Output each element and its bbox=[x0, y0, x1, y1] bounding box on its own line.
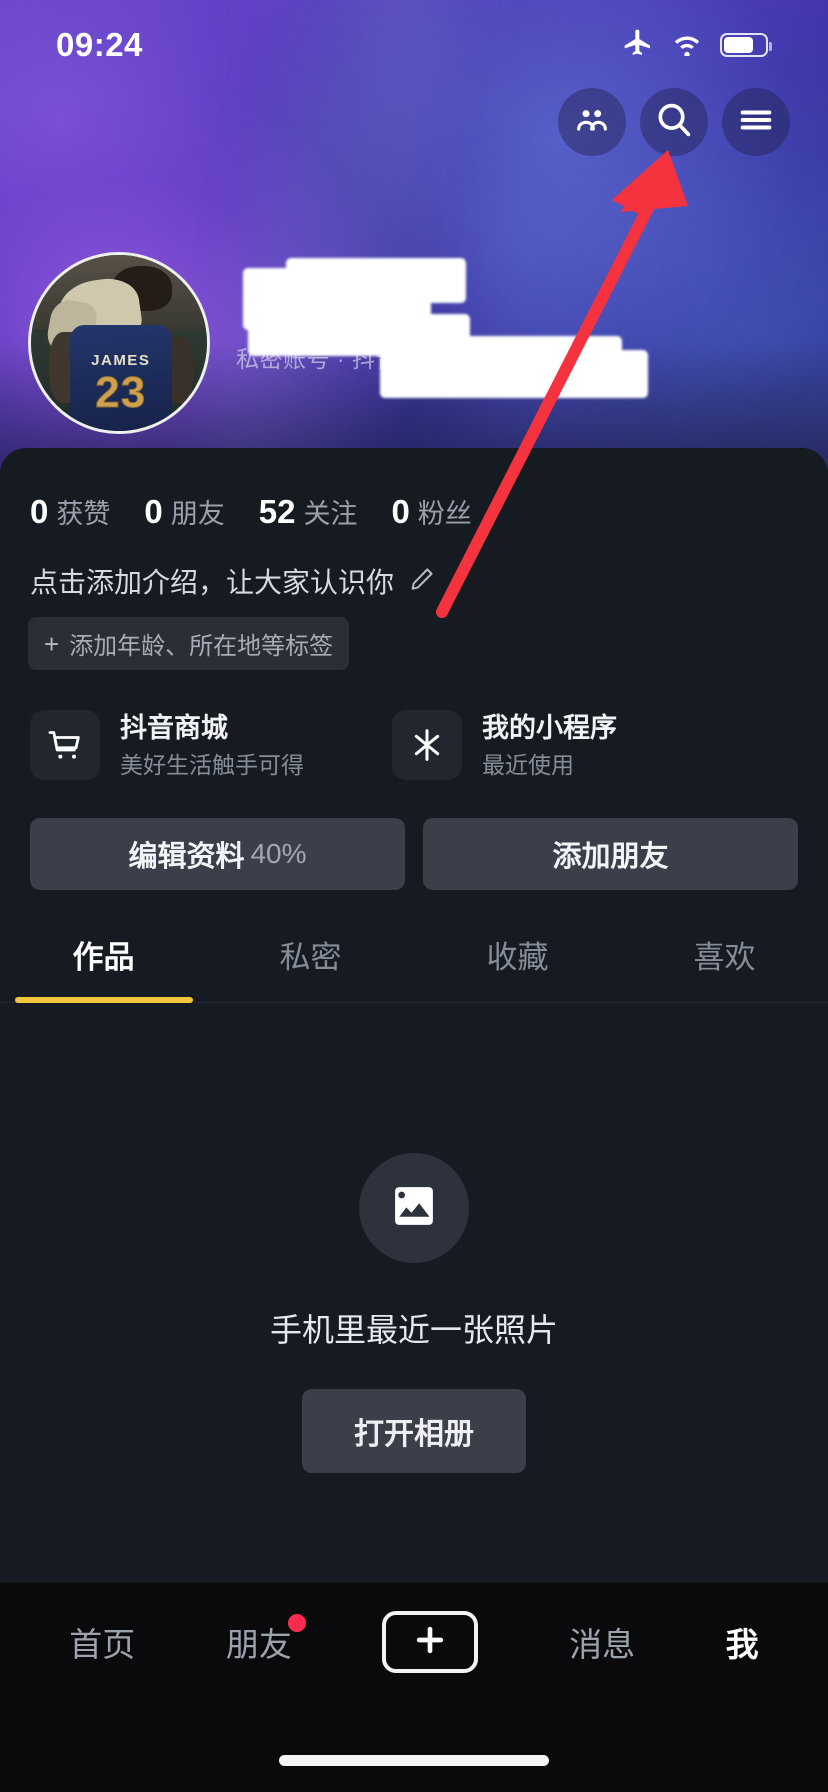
shopping-cart-icon bbox=[30, 710, 100, 780]
avatar-jersey-name: JAMES bbox=[91, 351, 151, 369]
nav-label: 消息 bbox=[569, 1626, 636, 1663]
entry-subtitle: 最近使用 bbox=[482, 751, 574, 778]
avatar-image: JAMES 23 bbox=[31, 255, 207, 431]
create-post-button[interactable] bbox=[382, 1611, 479, 1673]
profile-action-buttons: 编辑资料 40% 添加朋友 bbox=[0, 780, 828, 890]
tab-private[interactable]: 私密 bbox=[207, 932, 414, 1003]
friends-button[interactable] bbox=[558, 88, 626, 156]
add-tags-label: 添加年龄、所在地等标签 bbox=[69, 633, 334, 660]
menu-button[interactable] bbox=[722, 88, 790, 156]
stat-label: 朋友 bbox=[170, 499, 225, 529]
profile-entry-cards: 抖音商城 美好生活触手可得 我的小程序 最近使用 bbox=[0, 670, 828, 780]
search-icon bbox=[653, 99, 695, 146]
friends-icon bbox=[572, 100, 612, 145]
status-bar-icons bbox=[622, 27, 772, 64]
plus-icon: + bbox=[44, 628, 60, 659]
edit-profile-button[interactable]: 编辑资料 40% bbox=[30, 818, 405, 890]
tab-label: 作品 bbox=[72, 940, 135, 975]
empty-state: 手机里最近一张照片 打开相册 bbox=[0, 1003, 828, 1473]
entry-title: 我的小程序 bbox=[482, 712, 617, 743]
bio-row[interactable]: 点击添加介绍，让大家认识你 bbox=[0, 531, 828, 601]
open-album-button[interactable]: 打开相册 bbox=[302, 1389, 526, 1473]
stat-value: 52 bbox=[258, 493, 296, 530]
tabs-divider bbox=[0, 1002, 828, 1003]
app-root: 09:24 JAMES 23 私密账号 · 抖音号 0 获赞 0 朋友 52 关… bbox=[0, 0, 828, 1792]
edit-profile-percent: 40% bbox=[250, 838, 307, 869]
entry-text-block: 我的小程序 最近使用 bbox=[482, 711, 617, 780]
nav-item-messages[interactable]: 消息 bbox=[569, 1618, 635, 1666]
nav-item-home[interactable]: 首页 bbox=[69, 1618, 135, 1666]
stat-friends[interactable]: 0 朋友 bbox=[144, 492, 224, 531]
add-tags-chip[interactable]: + 添加年龄、所在地等标签 bbox=[28, 617, 350, 670]
bottom-nav-items: 首页 朋友 消息 我 bbox=[0, 1583, 828, 1673]
battery-level-fill bbox=[724, 37, 753, 53]
redaction-mark bbox=[286, 258, 466, 303]
status-bar-clock: 09:24 bbox=[56, 26, 143, 63]
stat-value: 0 bbox=[144, 493, 163, 530]
entry-subtitle: 美好生活触手可得 bbox=[120, 751, 304, 778]
profile-stats-row: 0 获赞 0 朋友 52 关注 0 粉丝 bbox=[0, 448, 828, 531]
recent-photo-button[interactable] bbox=[359, 1153, 469, 1263]
hamburger-menu-icon bbox=[736, 100, 776, 145]
battery-icon bbox=[720, 33, 772, 57]
tab-label: 喜欢 bbox=[693, 940, 756, 975]
nav-label: 我 bbox=[725, 1626, 759, 1663]
avatar[interactable]: JAMES 23 bbox=[28, 252, 210, 434]
avatar-jersey-number: 23 bbox=[95, 367, 147, 417]
nav-label: 朋友 bbox=[225, 1626, 292, 1663]
entry-douyin-mall[interactable]: 抖音商城 美好生活触手可得 bbox=[30, 710, 370, 780]
entry-text-block: 抖音商城 美好生活触手可得 bbox=[120, 711, 304, 780]
mini-program-icon bbox=[392, 710, 462, 780]
header-action-buttons bbox=[558, 88, 790, 156]
nav-item-profile[interactable]: 我 bbox=[726, 1618, 759, 1666]
stat-label: 粉丝 bbox=[417, 499, 472, 529]
profile-content-sheet: 0 获赞 0 朋友 52 关注 0 粉丝 点击添加介绍，让大家认识你 + 添加年… bbox=[0, 448, 828, 1582]
entry-title: 抖音商城 bbox=[120, 712, 228, 743]
plus-create-icon bbox=[410, 1620, 450, 1665]
airplane-mode-icon bbox=[622, 27, 654, 64]
tab-liked[interactable]: 喜欢 bbox=[621, 932, 828, 1003]
tab-works[interactable]: 作品 bbox=[0, 932, 207, 1003]
bottom-navigation-bar: 首页 朋友 消息 我 bbox=[0, 1582, 828, 1792]
tab-favorites[interactable]: 收藏 bbox=[414, 932, 621, 1003]
profile-tag-row: + 添加年龄、所在地等标签 bbox=[0, 601, 828, 670]
notification-badge-dot bbox=[287, 1614, 306, 1632]
tab-label: 私密 bbox=[279, 940, 342, 975]
pencil-edit-icon[interactable] bbox=[408, 565, 436, 598]
entry-mini-programs[interactable]: 我的小程序 最近使用 bbox=[392, 710, 732, 780]
stat-followers[interactable]: 0 粉丝 bbox=[391, 492, 471, 531]
cover-light-glow bbox=[470, 200, 828, 470]
stat-value: 0 bbox=[30, 493, 49, 530]
status-bar: 09:24 bbox=[0, 0, 828, 90]
edit-profile-label: 编辑资料 bbox=[128, 841, 245, 873]
stat-likes[interactable]: 0 获赞 bbox=[30, 492, 110, 531]
add-friend-button[interactable]: 添加朋友 bbox=[423, 818, 798, 890]
bio-placeholder-text: 点击添加介绍，让大家认识你 bbox=[30, 567, 395, 598]
tab-label: 收藏 bbox=[486, 940, 549, 975]
stat-value: 0 bbox=[391, 493, 410, 530]
content-tabs: 作品 私密 收藏 喜欢 bbox=[0, 890, 828, 1003]
wifi-icon bbox=[670, 30, 704, 61]
nav-label: 首页 bbox=[69, 1626, 136, 1663]
home-indicator bbox=[279, 1755, 549, 1766]
nav-item-friends[interactable]: 朋友 bbox=[225, 1614, 306, 1666]
stat-label: 获赞 bbox=[56, 499, 111, 529]
stat-label: 关注 bbox=[303, 499, 358, 529]
add-friend-label: 添加朋友 bbox=[552, 841, 669, 873]
redaction-mark bbox=[432, 336, 622, 376]
empty-state-text: 手机里最近一张照片 bbox=[269, 1312, 558, 1348]
stat-following[interactable]: 52 关注 bbox=[259, 492, 358, 531]
search-button[interactable] bbox=[640, 88, 708, 156]
photo-image-icon bbox=[387, 1179, 441, 1238]
